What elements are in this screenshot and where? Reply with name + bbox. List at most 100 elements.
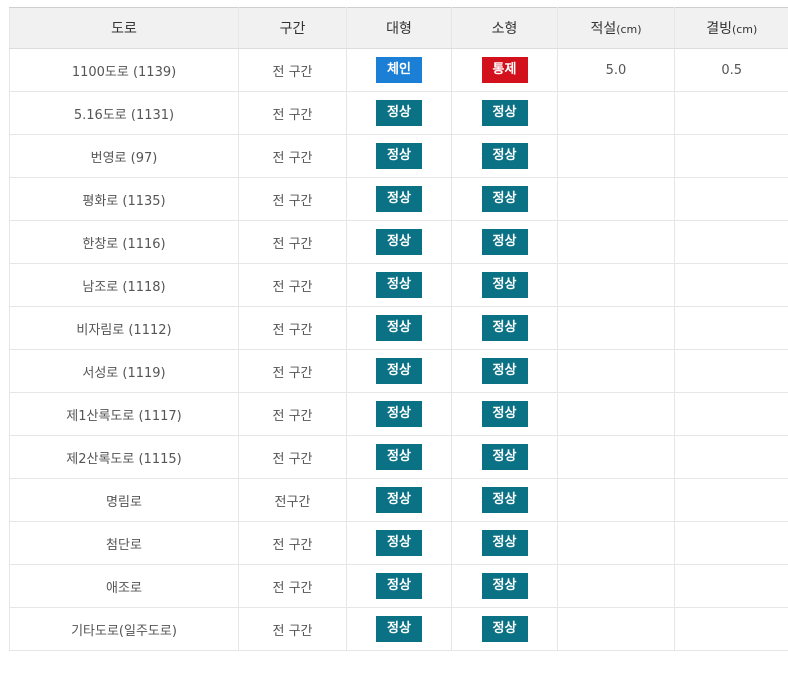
road-section: 전 구간 (238, 521, 347, 565)
large-status-badge: 정상 (376, 272, 422, 298)
small-status-cell: 정상 (451, 349, 558, 393)
large-status-cell: 정상 (346, 134, 452, 178)
small-status-badge: 통제 (481, 57, 528, 83)
small-status-badge: 정상 (481, 186, 528, 212)
snow-depth (557, 134, 675, 178)
road-section: 전 구간 (238, 607, 347, 651)
ice-depth (674, 607, 788, 651)
snow-depth (557, 177, 675, 221)
large-status-badge: 정상 (376, 143, 422, 169)
road-section: 전구간 (238, 478, 347, 522)
ice-depth (674, 478, 788, 522)
road-name: 한창로 (1116) (9, 220, 239, 264)
header-ice-depth: 결빙(cm) (674, 7, 788, 49)
small-status-badge: 정상 (481, 272, 528, 298)
road-section: 전 구간 (238, 48, 347, 92)
ice-depth (674, 435, 788, 479)
road-name: 제1산록도로 (1117) (9, 392, 239, 436)
table-row: 한창로 (1116) 전 구간 정상 정상 (9, 220, 788, 264)
road-section: 전 구간 (238, 263, 347, 307)
large-status-badge: 체인 (376, 57, 422, 83)
small-status-cell: 정상 (451, 263, 558, 307)
small-status-badge: 정상 (481, 229, 528, 255)
table-row: 기타도로(일주도로) 전 구간 정상 정상 (9, 607, 788, 651)
small-status-cell: 정상 (451, 392, 558, 436)
small-status-badge: 정상 (481, 143, 528, 169)
large-status-cell: 정상 (346, 521, 452, 565)
small-status-badge: 정상 (481, 358, 528, 384)
road-name: 5.16도로 (1131) (9, 91, 239, 135)
snow-depth (557, 564, 675, 608)
road-section: 전 구간 (238, 564, 347, 608)
table-row: 제2산록도로 (1115) 전 구간 정상 정상 (9, 435, 788, 479)
ice-depth (674, 177, 788, 221)
table-header-row: 도로 구간 대형 소형 적설(cm) 결빙(cm) (9, 7, 788, 49)
large-status-cell: 체인 (346, 48, 452, 92)
ice-depth (674, 91, 788, 135)
road-name: 번영로 (97) (9, 134, 239, 178)
road-name: 제2산록도로 (1115) (9, 435, 239, 479)
large-status-badge: 정상 (376, 100, 422, 126)
large-status-badge: 정상 (376, 487, 422, 513)
large-status-cell: 정상 (346, 91, 452, 135)
small-status-badge: 정상 (481, 401, 528, 427)
large-status-cell: 정상 (346, 177, 452, 221)
road-name: 서성로 (1119) (9, 349, 239, 393)
snow-depth (557, 607, 675, 651)
header-large-vehicle: 대형 (346, 7, 452, 49)
table-row: 남조로 (1118) 전 구간 정상 정상 (9, 263, 788, 307)
road-name: 남조로 (1118) (9, 263, 239, 307)
ice-depth: 0.5 (674, 48, 788, 92)
large-status-cell: 정상 (346, 478, 452, 522)
large-status-badge: 정상 (376, 530, 422, 556)
header-road: 도로 (9, 7, 239, 49)
table-row: 명림로 전구간 정상 정상 (9, 478, 788, 522)
small-status-cell: 정상 (451, 607, 558, 651)
road-status-table: 도로 구간 대형 소형 적설(cm) 결빙(cm) 1100도로 (1139) 전… (9, 7, 788, 651)
small-status-cell: 정상 (451, 220, 558, 264)
ice-depth (674, 263, 788, 307)
small-status-cell: 정상 (451, 435, 558, 479)
header-ice-unit: (cm) (731, 23, 758, 36)
header-small-vehicle: 소형 (451, 7, 558, 49)
large-status-cell: 정상 (346, 349, 452, 393)
road-name: 비자림로 (1112) (9, 306, 239, 350)
snow-depth: 5.0 (557, 48, 675, 92)
small-status-badge: 정상 (481, 444, 528, 470)
large-status-cell: 정상 (346, 435, 452, 479)
small-status-cell: 정상 (451, 521, 558, 565)
table-row: 비자림로 (1112) 전 구간 정상 정상 (9, 306, 788, 350)
snow-depth (557, 521, 675, 565)
table-body: 1100도로 (1139) 전 구간 체인 통제 5.0 0.5 5.16도로 (1131)… (9, 48, 788, 651)
header-snow-unit: (cm) (616, 23, 642, 36)
table-row: 첨단로 전 구간 정상 정상 (9, 521, 788, 565)
snow-depth (557, 478, 675, 522)
small-status-cell: 정상 (451, 306, 558, 350)
large-status-badge: 정상 (376, 573, 422, 599)
large-status-cell: 정상 (346, 392, 452, 436)
small-status-cell: 정상 (451, 134, 558, 178)
table-row: 번영로 (97) 전 구간 정상 정상 (9, 134, 788, 178)
large-status-badge: 정상 (376, 315, 422, 341)
road-name: 애조로 (9, 564, 239, 608)
road-section: 전 구간 (238, 134, 347, 178)
table-row: 평화로 (1135) 전 구간 정상 정상 (9, 177, 788, 221)
small-status-cell: 정상 (451, 478, 558, 522)
large-status-badge: 정상 (376, 616, 422, 642)
table-row: 제1산록도로 (1117) 전 구간 정상 정상 (9, 392, 788, 436)
header-snow-depth: 적설(cm) (557, 7, 675, 49)
snow-depth (557, 263, 675, 307)
large-status-cell: 정상 (346, 263, 452, 307)
snow-depth (557, 91, 675, 135)
road-name: 기타도로(일주도로) (9, 607, 239, 651)
large-status-badge: 정상 (376, 186, 422, 212)
ice-depth (674, 349, 788, 393)
road-name: 평화로 (1135) (9, 177, 239, 221)
large-status-cell: 정상 (346, 220, 452, 264)
table-row: 서성로 (1119) 전 구간 정상 정상 (9, 349, 788, 393)
snow-depth (557, 306, 675, 350)
large-status-cell: 정상 (346, 607, 452, 651)
road-section: 전 구간 (238, 306, 347, 350)
large-status-cell: 정상 (346, 564, 452, 608)
large-status-badge: 정상 (376, 229, 422, 255)
